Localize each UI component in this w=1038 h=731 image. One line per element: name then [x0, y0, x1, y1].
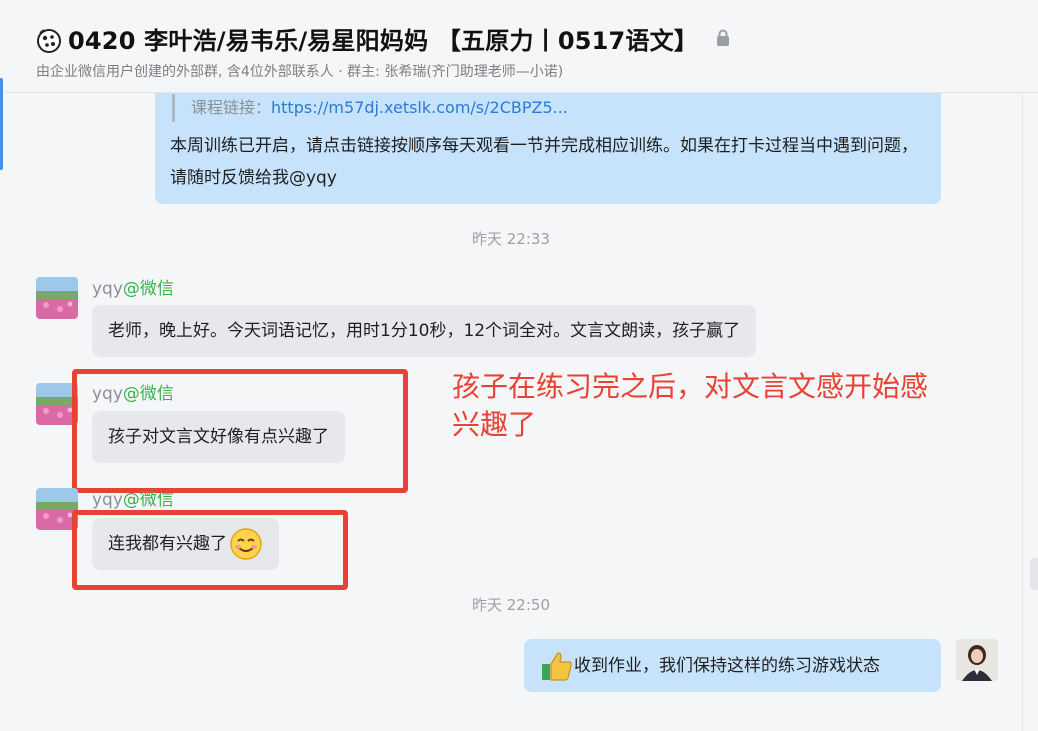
sender-name: yqy	[92, 490, 123, 510]
sender-label: yqy@微信	[92, 274, 174, 299]
chat-header: 0420 李叶浩/易韦乐/易星阳妈妈 【五原力丨0517语文】 由企业微信用户创…	[0, 0, 1038, 93]
highlight-box	[72, 369, 408, 493]
timestamp: 昨天 22:33	[472, 230, 550, 248]
message-bubble-incoming[interactable]: 老师，晚上好。今天词语记忆，用时1分10秒，12个词全对。文言文朗读，孩子赢了	[92, 305, 757, 357]
sender-tag: @微信	[122, 490, 174, 510]
quoted-link[interactable]: 课程链接：https://m57dj.xetslk.com/s/2CBPZ5..…	[172, 94, 568, 122]
thumbs-up-emoji-icon	[542, 651, 572, 681]
lock-icon[interactable]	[716, 29, 730, 47]
scrollbar-track[interactable]	[1022, 92, 1038, 731]
highlight-box	[72, 510, 348, 590]
message-text: 本周训练已开启，请点击链接按顺序每天观看一节并完成相应训练。如果在打卡过程当中遇…	[170, 136, 918, 188]
message-text: 收到作业，我们保持这样的练习游戏状态	[574, 655, 880, 676]
sender-name: yqy	[92, 279, 123, 299]
group-chat-icon	[37, 29, 61, 53]
chat-title: 0420 李叶浩/易韦乐/易星阳妈妈 【五原力丨0517语文】	[68, 27, 699, 55]
avatar[interactable]	[36, 277, 78, 319]
course-link[interactable]: https://m57dj.xetslk.com/s/2CBPZ5...	[271, 98, 568, 117]
quote-label: 课程链接：	[191, 98, 272, 117]
active-indicator	[0, 78, 3, 170]
sender-label: yqy@微信	[92, 485, 174, 510]
my-avatar[interactable]	[956, 639, 998, 681]
scrollbar-thumb[interactable]	[1030, 558, 1038, 590]
chat-subtitle: 由企业微信用户创建的外部群, 含4位外部联系人 · 群主: 张希瑞(齐门助理老师…	[36, 64, 564, 80]
message-bubble-outgoing[interactable]: 收到作业，我们保持这样的练习游戏状态	[524, 639, 941, 692]
timestamp: 昨天 22:50	[472, 596, 550, 614]
message-text: 老师，晚上好。今天词语记忆，用时1分10秒，12个词全对。文言文朗读，孩子赢了	[108, 321, 741, 341]
sender-tag: @微信	[122, 279, 174, 299]
annotation-note: 孩子在练习完之后，对文言文感开始感兴趣了	[452, 370, 929, 441]
